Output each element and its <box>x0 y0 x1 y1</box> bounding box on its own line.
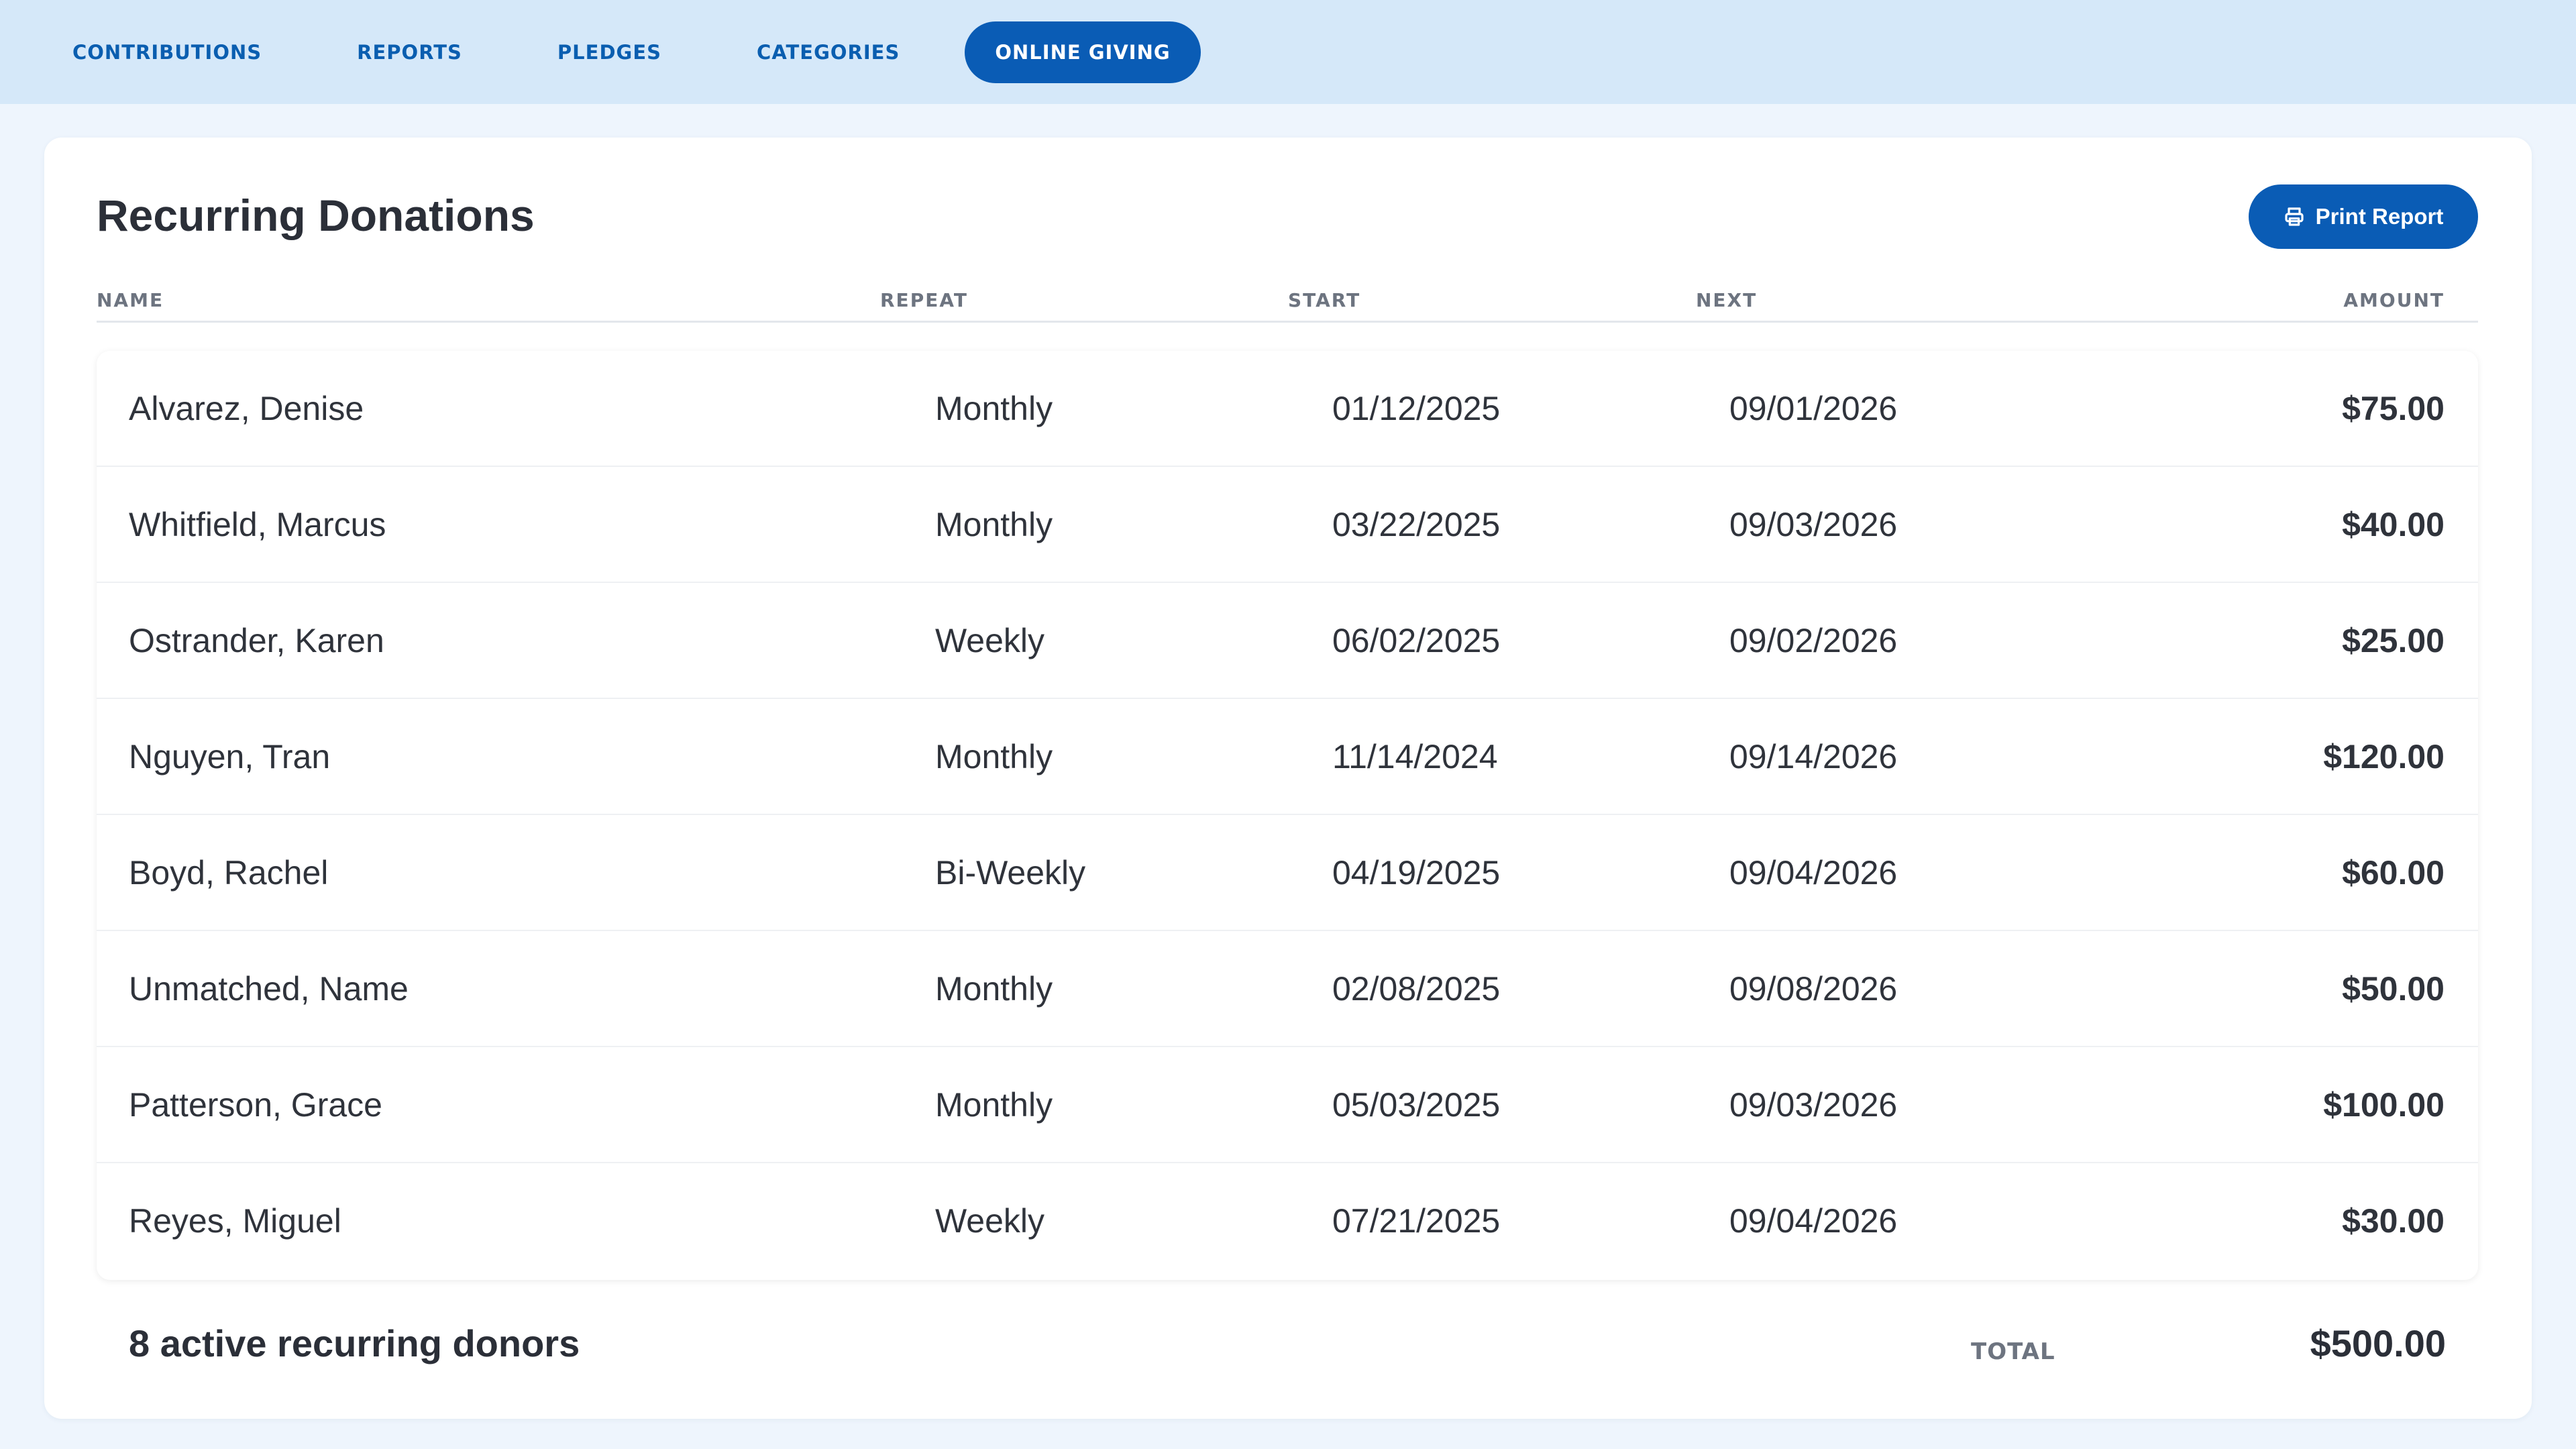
table-row[interactable]: Alvarez, Denise Monthly 01/12/2025 09/01… <box>97 351 2478 467</box>
start-date: 01/12/2025 <box>1332 390 1501 427</box>
donor-name: Boyd, Rachel <box>129 854 329 892</box>
next-date: 09/01/2026 <box>1729 390 1898 427</box>
next-date: 09/08/2026 <box>1729 970 1898 1008</box>
donor-name: Reyes, Miguel <box>129 1202 341 1240</box>
next-date: 09/03/2026 <box>1729 506 1898 543</box>
start-date: 06/02/2025 <box>1332 622 1501 659</box>
repeat-frequency: Monthly <box>935 506 1053 543</box>
column-header-start[interactable]: START <box>1288 289 1360 311</box>
donation-amount: $25.00 <box>2342 622 2445 659</box>
donor-name: Unmatched, Name <box>129 970 409 1008</box>
print-report-button[interactable]: Print Report <box>2249 184 2478 249</box>
donation-amount: $30.00 <box>2342 1202 2445 1240</box>
start-date: 11/14/2024 <box>1332 738 1498 775</box>
column-header-name[interactable]: NAME <box>97 289 164 311</box>
donation-amount: $50.00 <box>2342 970 2445 1008</box>
donor-name: Nguyen, Tran <box>129 738 331 775</box>
active-donors-count: 8 active recurring donors <box>129 1322 580 1364</box>
start-date: 07/21/2025 <box>1332 1202 1501 1240</box>
table-row[interactable]: Patterson, Grace Monthly 05/03/2025 09/0… <box>97 1047 2478 1163</box>
table-row[interactable]: Whitfield, Marcus Monthly 03/22/2025 09/… <box>97 467 2478 583</box>
repeat-frequency: Weekly <box>935 622 1045 659</box>
tab-reports[interactable]: REPORTS <box>327 21 492 83</box>
donation-amount: $40.00 <box>2342 506 2445 543</box>
total-label: TOTAL <box>1971 1338 2055 1365</box>
donation-amount: $75.00 <box>2342 390 2445 427</box>
next-date: 09/14/2026 <box>1729 738 1898 775</box>
top-nav: CONTRIBUTIONS REPORTS PLEDGES CATEGORIES… <box>0 0 2576 104</box>
start-date: 03/22/2025 <box>1332 506 1501 543</box>
table-row[interactable]: Unmatched, Name Monthly 02/08/2025 09/08… <box>97 931 2478 1047</box>
table-row[interactable]: Boyd, Rachel Bi-Weekly 04/19/2025 09/04/… <box>97 815 2478 931</box>
next-date: 09/02/2026 <box>1729 622 1898 659</box>
total-amount: $500.00 <box>2310 1322 2446 1364</box>
print-report-label: Print Report <box>2315 204 2444 229</box>
donor-name: Whitfield, Marcus <box>129 506 386 543</box>
table-row[interactable]: Ostrander, Karen Weekly 06/02/2025 09/02… <box>97 583 2478 699</box>
repeat-frequency: Monthly <box>935 970 1053 1008</box>
donor-name: Alvarez, Denise <box>129 390 364 427</box>
donation-amount: $60.00 <box>2342 854 2445 892</box>
column-header-next[interactable]: NEXT <box>1696 289 1757 311</box>
repeat-frequency: Bi-Weekly <box>935 854 1086 892</box>
recurring-donations-card: Recurring Donations Print Report NAME RE… <box>44 138 2532 1419</box>
column-header-amount[interactable]: AMOUNT <box>2343 289 2445 311</box>
next-date: 09/04/2026 <box>1729 854 1898 892</box>
table-header: NAME REPEAT START NEXT AMOUNT <box>97 285 2478 323</box>
tab-contributions[interactable]: CONTRIBUTIONS <box>72 21 292 83</box>
start-date: 05/03/2025 <box>1332 1086 1501 1124</box>
next-date: 09/04/2026 <box>1729 1202 1898 1240</box>
repeat-frequency: Monthly <box>935 390 1053 427</box>
donation-amount: $120.00 <box>2323 738 2445 775</box>
page-title: Recurring Donations <box>97 191 535 240</box>
column-header-repeat[interactable]: REPEAT <box>880 289 968 311</box>
donations-table: Alvarez, Denise Monthly 01/12/2025 09/01… <box>97 351 2478 1280</box>
donation-amount: $100.00 <box>2323 1086 2445 1124</box>
repeat-frequency: Monthly <box>935 738 1053 775</box>
start-date: 02/08/2025 <box>1332 970 1501 1008</box>
table-row[interactable]: Nguyen, Tran Monthly 11/14/2024 09/14/20… <box>97 699 2478 815</box>
tab-online-giving[interactable]: ONLINE GIVING <box>965 21 1201 83</box>
next-date: 09/03/2026 <box>1729 1086 1898 1124</box>
donor-name: Ostrander, Karen <box>129 622 384 659</box>
printer-icon <box>2284 206 2305 227</box>
start-date: 04/19/2025 <box>1332 854 1501 892</box>
repeat-frequency: Weekly <box>935 1202 1045 1240</box>
table-row[interactable]: Reyes, Miguel Weekly 07/21/2025 09/04/20… <box>97 1163 2478 1279</box>
tab-categories[interactable]: CATEGORIES <box>727 21 930 83</box>
donor-name: Patterson, Grace <box>129 1086 382 1124</box>
tab-pledges[interactable]: PLEDGES <box>527 21 692 83</box>
repeat-frequency: Monthly <box>935 1086 1053 1124</box>
